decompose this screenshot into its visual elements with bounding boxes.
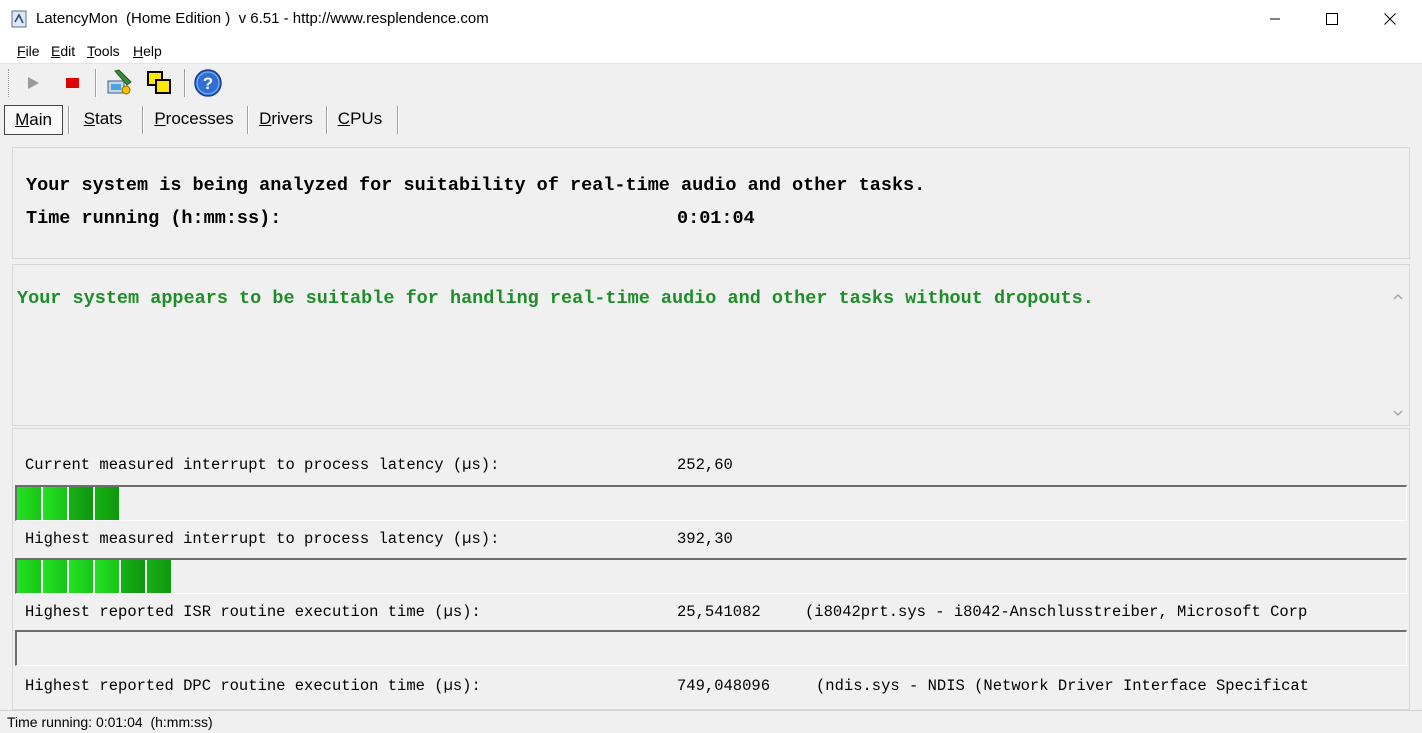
- bar-segment: [121, 560, 145, 593]
- svg-text:?: ?: [203, 74, 213, 93]
- metric-value: 749,048096: [677, 677, 771, 695]
- windows-icon: [147, 71, 171, 94]
- tab-bar: Main Stats Processes Drivers C PUs: [0, 102, 1422, 135]
- chevron-down-icon: [1393, 410, 1403, 416]
- bar-segment: [69, 560, 93, 593]
- metric-label: Current measured interrupt to process la…: [25, 456, 500, 474]
- status-panel: [12, 147, 1410, 259]
- windows-button[interactable]: [144, 68, 174, 98]
- stop-icon: [66, 78, 79, 88]
- toolbar-separator: [184, 69, 185, 97]
- tab-stats[interactable]: Stats: [74, 105, 132, 133]
- close-icon: [1384, 13, 1396, 25]
- metric-detail: (i8042prt.sys - i8042-Anschlusstreiber, …: [805, 603, 1308, 621]
- menu-tools[interactable]: Tools: [87, 43, 120, 59]
- menu-edit[interactable]: Edit: [51, 43, 75, 59]
- tab-separator: [247, 106, 248, 134]
- tab-separator: [142, 106, 143, 134]
- bar-segment: [43, 487, 67, 520]
- metric-label: Highest reported DPC routine execution t…: [25, 677, 481, 695]
- time-running-label: Time running (h:mm:ss):: [26, 208, 282, 229]
- metric-value: 392,30: [677, 530, 733, 548]
- status-bar-text: Time running: 0:01:04 (h:mm:ss): [7, 714, 213, 730]
- metric-value: 252,60: [677, 456, 733, 474]
- verdict-text: Your system appears to be suitable for h…: [17, 288, 1094, 309]
- start-button[interactable]: [18, 68, 48, 98]
- tab-separator: [326, 106, 327, 134]
- toolbar-grip[interactable]: [8, 69, 12, 97]
- play-icon: [28, 77, 39, 89]
- current-latency-bar: [15, 485, 1407, 521]
- isr-time-bar: [15, 630, 1407, 666]
- menu-file[interactable]: File: [17, 43, 40, 59]
- maximize-button[interactable]: [1303, 0, 1361, 38]
- minimize-icon: [1270, 18, 1280, 20]
- app-icon[interactable]: [11, 10, 28, 28]
- tab-separator: [68, 106, 69, 134]
- bar-fill: [17, 487, 121, 520]
- chevron-up-icon: [1393, 293, 1403, 299]
- tab-drivers[interactable]: Drivers: [252, 105, 320, 133]
- bar-fill: [17, 560, 173, 593]
- toolbar: ?: [0, 64, 1422, 102]
- bar-segment: [147, 560, 171, 593]
- tools-button[interactable]: [104, 68, 134, 98]
- toolbar-separator: [95, 69, 96, 97]
- menu-help[interactable]: Help: [133, 43, 162, 59]
- maximize-icon: [1326, 13, 1338, 25]
- highest-latency-bar: [15, 558, 1407, 594]
- bar-segment: [17, 487, 41, 520]
- stop-button[interactable]: [57, 68, 87, 98]
- tab-separator: [397, 106, 398, 134]
- bar-segment: [95, 560, 119, 593]
- help-icon: ?: [194, 69, 222, 97]
- status-bar: Time running: 0:01:04 (h:mm:ss): [0, 710, 1422, 733]
- bar-segment: [95, 487, 119, 520]
- close-button[interactable]: [1361, 0, 1419, 38]
- minimize-button[interactable]: [1246, 0, 1304, 38]
- time-running-value: 0:01:04: [677, 208, 755, 229]
- menu-bar: File Edit Tools Help: [0, 38, 1422, 64]
- scroll-down-button[interactable]: [1390, 405, 1406, 421]
- tools-icon: [107, 69, 132, 95]
- tab-cpus[interactable]: C PUs: [330, 105, 390, 133]
- bar-segment: [17, 560, 41, 593]
- metric-label: Highest measured interrupt to process la…: [25, 530, 500, 548]
- title-bar[interactable]: LatencyMon (Home Edition ) v 6.51 - http…: [0, 0, 1422, 38]
- tab-main[interactable]: Main: [4, 105, 63, 135]
- bar-segment: [43, 560, 67, 593]
- tab-processes[interactable]: Processes: [148, 105, 240, 133]
- bar-segment: [69, 487, 93, 520]
- scroll-up-button[interactable]: [1390, 288, 1406, 304]
- analysis-status-text: Your system is being analyzed for suitab…: [26, 175, 926, 196]
- help-button[interactable]: ?: [193, 68, 223, 98]
- metric-label: Highest reported ISR routine execution t…: [25, 603, 481, 621]
- metric-value: 25,541082: [677, 603, 761, 621]
- window-title: LatencyMon (Home Edition ) v 6.51 - http…: [36, 10, 489, 27]
- metric-detail: (ndis.sys - NDIS (Network Driver Interfa…: [816, 677, 1309, 695]
